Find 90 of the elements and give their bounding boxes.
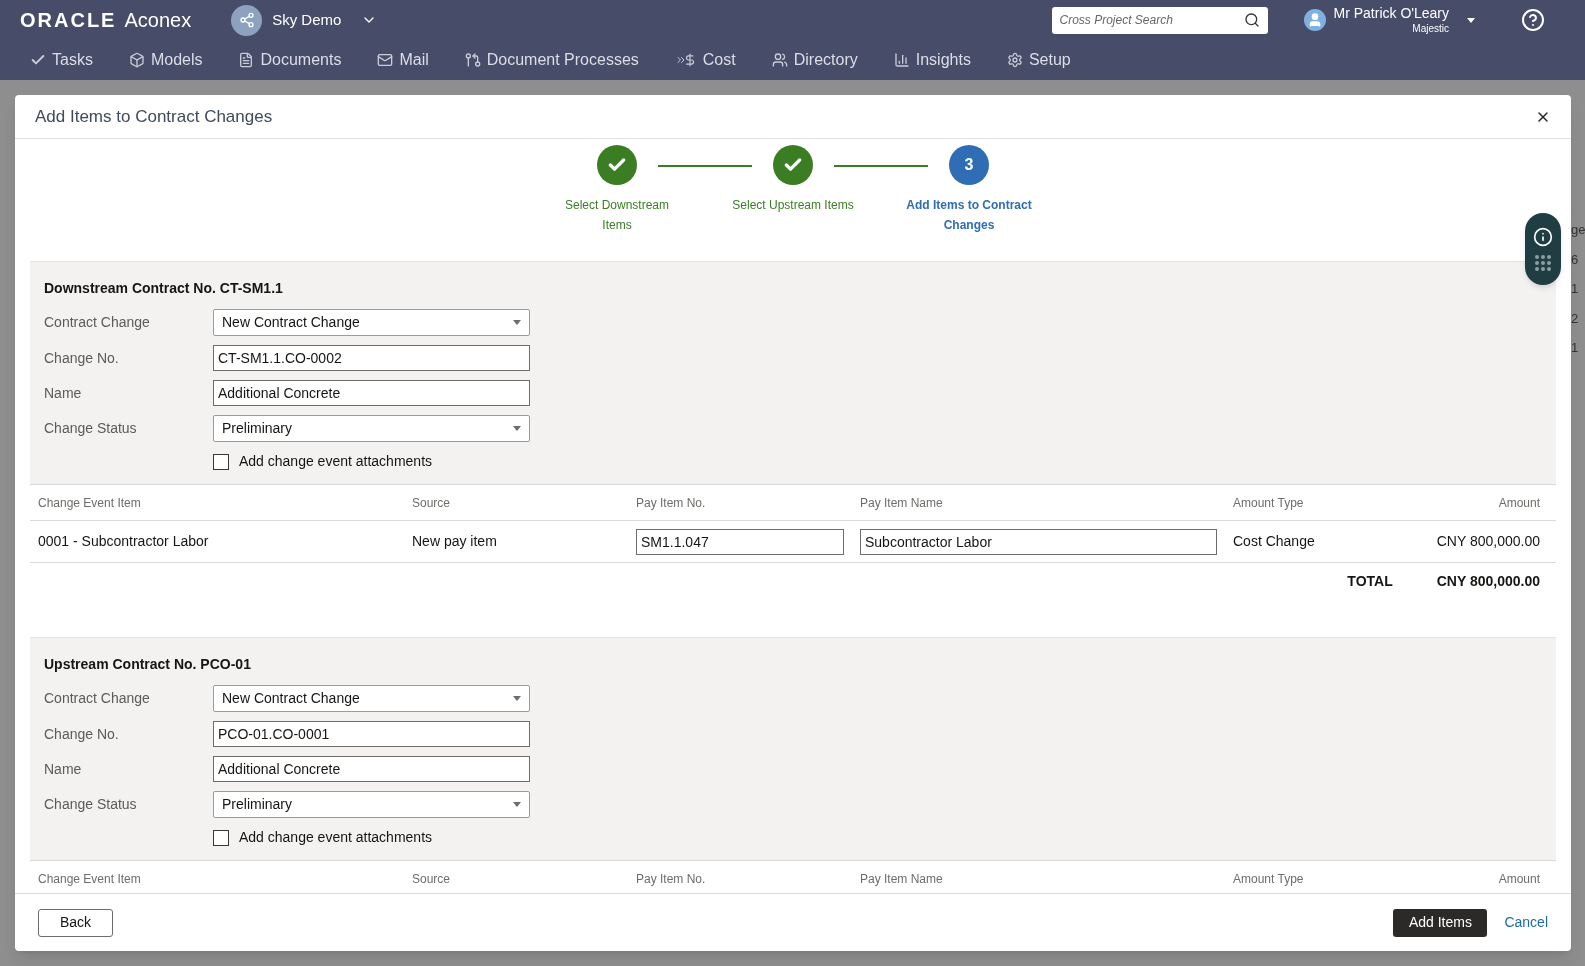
cost-icon — [674, 53, 697, 67]
input-field[interactable]: Additional Concrete — [213, 380, 530, 406]
nav-item[interactable]: Directory — [771, 48, 858, 72]
checkbox[interactable] — [213, 453, 229, 470]
dropdown[interactable]: Preliminary — [213, 791, 530, 818]
user-menu[interactable]: Mr Patrick O'Leary Majestic — [1303, 5, 1475, 35]
input-field[interactable]: Additional Concrete — [213, 756, 530, 782]
checkbox-label: Add change event attachments — [239, 828, 433, 847]
avatar-icon — [1303, 9, 1326, 31]
column-header: Pay Item Name — [860, 494, 944, 512]
background-text: 2 — [1571, 309, 1580, 328]
input-field[interactable]: CT-SM1.1.CO-0002 — [213, 345, 530, 371]
project-switcher[interactable]: Sky Demo — [231, 4, 378, 36]
mail-icon — [377, 52, 394, 68]
search-field[interactable]: Cross Project Search — [1051, 6, 1268, 34]
total-amount: CNY 800,000.00 — [1436, 571, 1540, 591]
column-header: Change Event Item — [38, 870, 142, 888]
caret-icon — [513, 802, 521, 807]
column-header: Source — [412, 494, 452, 512]
search-icon — [1243, 11, 1260, 28]
checkbox-label: Add change event attachments — [239, 452, 433, 471]
dots-icon — [1535, 255, 1551, 271]
background-text: ge — [1571, 221, 1585, 239]
field-label: Change No. — [44, 348, 120, 368]
background-text: 1 — [1571, 339, 1580, 357]
column-header: Pay Item Name — [860, 870, 944, 888]
file-icon — [238, 52, 255, 68]
field-label: Change Status — [44, 419, 138, 438]
table-cell-text: Cost Change — [1233, 532, 1316, 551]
field-label: Contract Change — [44, 689, 151, 708]
section-title: Upstream Contract No. PCO-01 — [44, 655, 252, 674]
field-label: Contract Change — [44, 313, 151, 332]
column-header: Amount Type — [1233, 494, 1305, 512]
dropdown[interactable]: Preliminary — [213, 415, 530, 442]
background-text: 1 — [1571, 280, 1580, 298]
column-header: Change Event Item — [38, 494, 142, 512]
column-header: Pay Item No. — [636, 494, 707, 512]
nav-item[interactable]: Models — [128, 48, 203, 72]
process-icon — [464, 52, 481, 68]
column-header: Amount — [1498, 870, 1541, 888]
nav-item[interactable]: Documents — [238, 48, 342, 72]
step-label: Select Downstream Items — [563, 197, 670, 234]
nav-item[interactable]: Mail — [377, 48, 429, 72]
table-cell-text: 0001 - Subcontractor Labor — [38, 532, 210, 551]
project-icon — [231, 4, 263, 36]
user-organization: Majestic — [1412, 22, 1449, 35]
nav-item[interactable]: Insights — [893, 48, 971, 72]
users-icon — [771, 52, 788, 68]
dialog-title: Add Items to Contract Changes — [35, 105, 273, 128]
input-field[interactable]: SM1.1.047 — [636, 528, 844, 555]
caret-icon — [1467, 17, 1475, 23]
field-label: Name — [44, 759, 83, 779]
section-title: Downstream Contract No. CT-SM1.1 — [44, 279, 284, 298]
help-icon[interactable] — [1521, 8, 1545, 32]
step-label: Select Upstream Items — [732, 197, 854, 214]
user-name: Mr Patrick O'Leary — [1333, 5, 1449, 23]
dropdown[interactable]: New Contract Change — [213, 309, 530, 336]
settings-icon — [1006, 52, 1023, 68]
nav-item[interactable]: Tasks — [30, 48, 93, 72]
back-button[interactable]: Back — [38, 908, 113, 937]
table-cell-text: New pay item — [412, 532, 498, 551]
total-label: TOTAL — [1347, 571, 1393, 591]
add-items-button[interactable]: Add Items — [1393, 908, 1488, 937]
bar-chart-icon — [893, 52, 910, 68]
caret-icon — [513, 426, 521, 431]
checkbox[interactable] — [213, 829, 229, 846]
logo[interactable]: ORACLE Aconex — [20, 5, 192, 35]
nav-item[interactable]: Document Processes — [464, 48, 639, 72]
table-cell-text: CNY 800,000.00 — [1436, 532, 1541, 551]
column-header: Amount Type — [1233, 870, 1305, 888]
dropdown[interactable]: New Contract Change — [213, 685, 530, 712]
column-header: Source — [412, 870, 452, 888]
caret-icon — [513, 320, 521, 325]
step-label: Add Items to Contract Changes — [905, 197, 1033, 234]
field-label: Name — [44, 383, 83, 403]
step-indicator: 3 — [949, 145, 989, 185]
nav-item[interactable]: Setup — [1006, 48, 1071, 72]
help-widget[interactable] — [1525, 213, 1561, 285]
field-label: Change Status — [44, 795, 138, 814]
field-label: Change No. — [44, 724, 120, 744]
background-text: 6 — [1571, 250, 1580, 269]
column-header: Amount — [1498, 494, 1541, 512]
cancel-link[interactable]: Cancel — [1504, 912, 1548, 933]
cube-icon — [128, 52, 145, 68]
caret-icon — [513, 696, 521, 701]
nav-item[interactable]: Cost — [674, 48, 736, 72]
info-icon — [1533, 227, 1553, 247]
input-field[interactable]: PCO-01.CO-0001 — [213, 721, 530, 747]
input-field[interactable]: Subcontractor Labor — [860, 528, 1217, 555]
column-header: Pay Item No. — [636, 870, 707, 888]
